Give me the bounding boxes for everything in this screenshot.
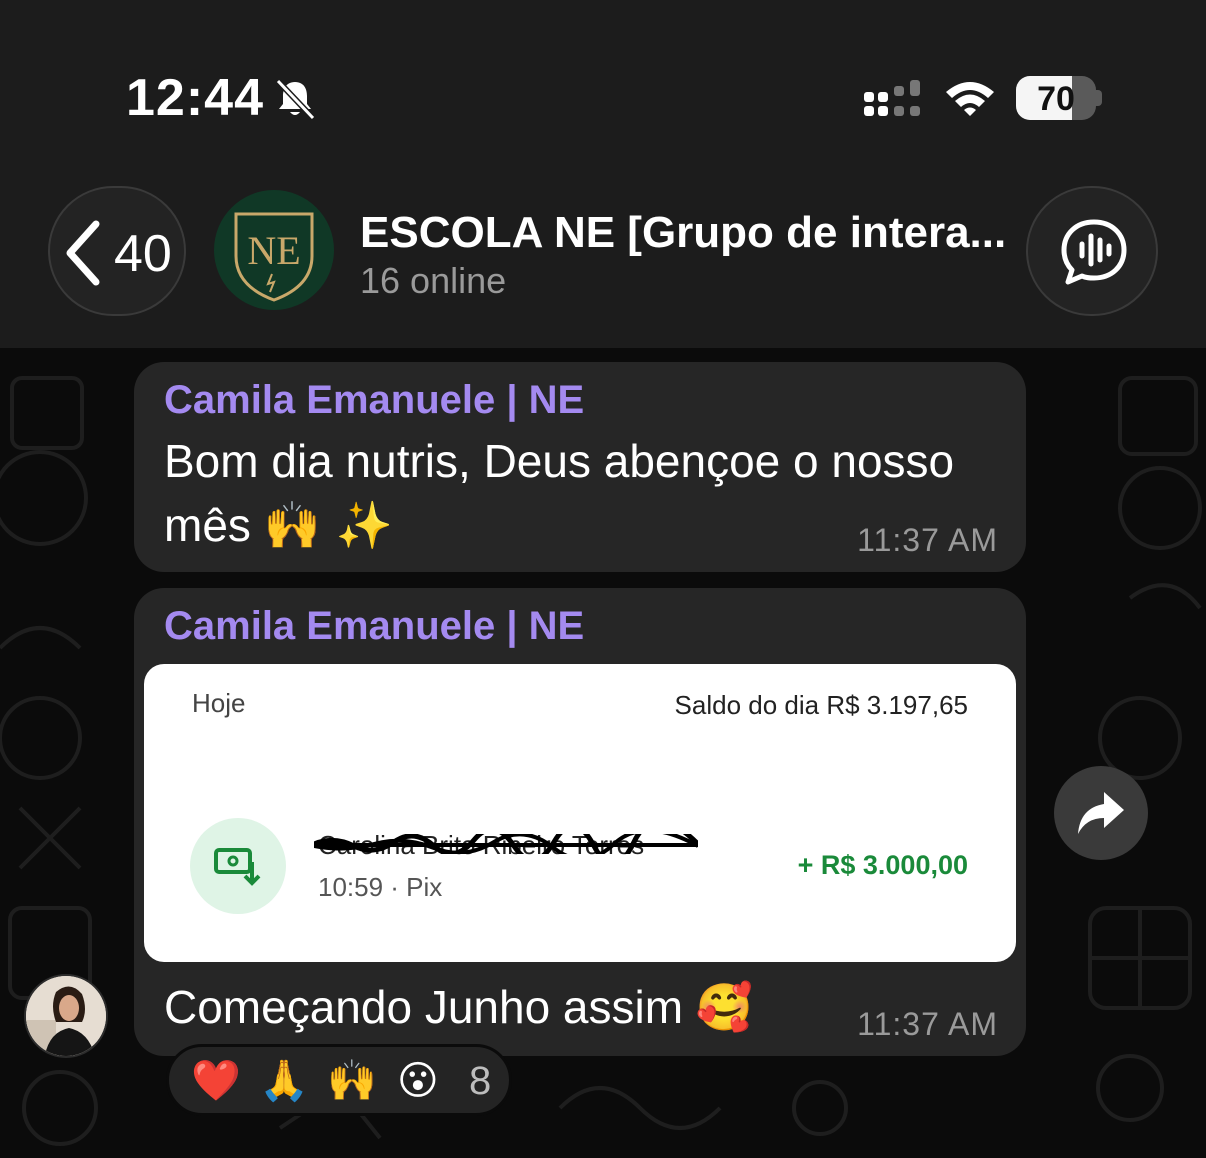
bell-slash-icon [275, 78, 316, 121]
message-timestamp: 11:37 AM [857, 522, 998, 558]
image-day-balance: Saldo do dia R$ 3.197,65 [674, 690, 968, 720]
message-timestamp: 11:37 AM [857, 1006, 998, 1042]
message-text: mês [164, 499, 251, 551]
message-text-line: Bom dia nutris, Deus abençoe o nosso [164, 435, 955, 487]
message-sender[interactable]: Camila Emanuele | NE [164, 604, 584, 649]
image-amount: + R$ 3.000,00 [797, 850, 968, 880]
money-in-icon [214, 848, 261, 886]
share-arrow-icon [1078, 792, 1124, 834]
chat-header: 40 NE ESCOLA NE [Grupo de intera... 16 o… [0, 170, 1206, 348]
reaction-surprised[interactable]: 😮 [397, 1057, 439, 1105]
reaction-count: 8 [469, 1059, 492, 1103]
reaction-raised-hands[interactable]: 🙌 [327, 1057, 377, 1105]
image-date-label: Hoje [192, 688, 246, 718]
group-online-status: 16 online [360, 260, 507, 301]
message-bubble[interactable]: Camila Emanuele | NE Bom dia nutris, Deu… [134, 362, 1026, 572]
message-text-line: mês 🙌 ✨ [164, 498, 393, 553]
battery-icon: 70 [1016, 76, 1096, 120]
message-caption: Começando Junho assim 🥰 [164, 980, 753, 1035]
chat-area[interactable]: Camila Emanuele | NE Bom dia nutris, Deu… [0, 348, 1206, 1158]
voice-chat-icon [1061, 219, 1127, 285]
person-photo [26, 976, 106, 1056]
status-bar: 12:44 70 [0, 0, 1206, 170]
message-emoji: 🙌 ✨ [263, 498, 393, 552]
chevron-left-icon [66, 220, 100, 286]
image-transaction-time: 10:59 · Pix [318, 872, 443, 902]
caption-emoji: 🥰 [695, 980, 754, 1034]
reaction-pray[interactable]: 🙏 [259, 1057, 309, 1105]
status-time: 12:44 [126, 69, 264, 127]
pix-receive-icon [190, 818, 286, 914]
voice-chat-button[interactable] [1026, 186, 1158, 316]
reaction-heart[interactable]: ❤️ [191, 1057, 241, 1105]
group-avatar-initials: NE [247, 228, 300, 273]
group-avatar[interactable]: NE [214, 190, 334, 310]
caption-text: Começando Junho assim [164, 981, 684, 1033]
crest-icon: NE [234, 212, 314, 302]
redaction-scribble [314, 834, 698, 854]
message-sender[interactable]: Camila Emanuele | NE [164, 378, 584, 423]
battery-tip [1096, 90, 1102, 106]
signal-icon [864, 80, 920, 116]
wifi-icon [946, 82, 994, 116]
message-image[interactable]: Hoje Saldo do dia R$ 3.197,65 Carolina B… [144, 664, 1016, 962]
battery-percent: 70 [1037, 80, 1075, 118]
reactions-bar[interactable]: ❤️ 🙏 🙌 😮 8 [166, 1044, 512, 1116]
unread-count: 40 [114, 225, 172, 283]
share-button[interactable] [1054, 766, 1148, 860]
back-button[interactable]: 40 [48, 186, 186, 316]
message-bubble[interactable]: Camila Emanuele | NE Hoje Saldo do dia R… [134, 588, 1026, 1056]
avatar[interactable] [24, 974, 108, 1058]
group-name[interactable]: ESCOLA NE [Grupo de intera... [360, 208, 1006, 258]
